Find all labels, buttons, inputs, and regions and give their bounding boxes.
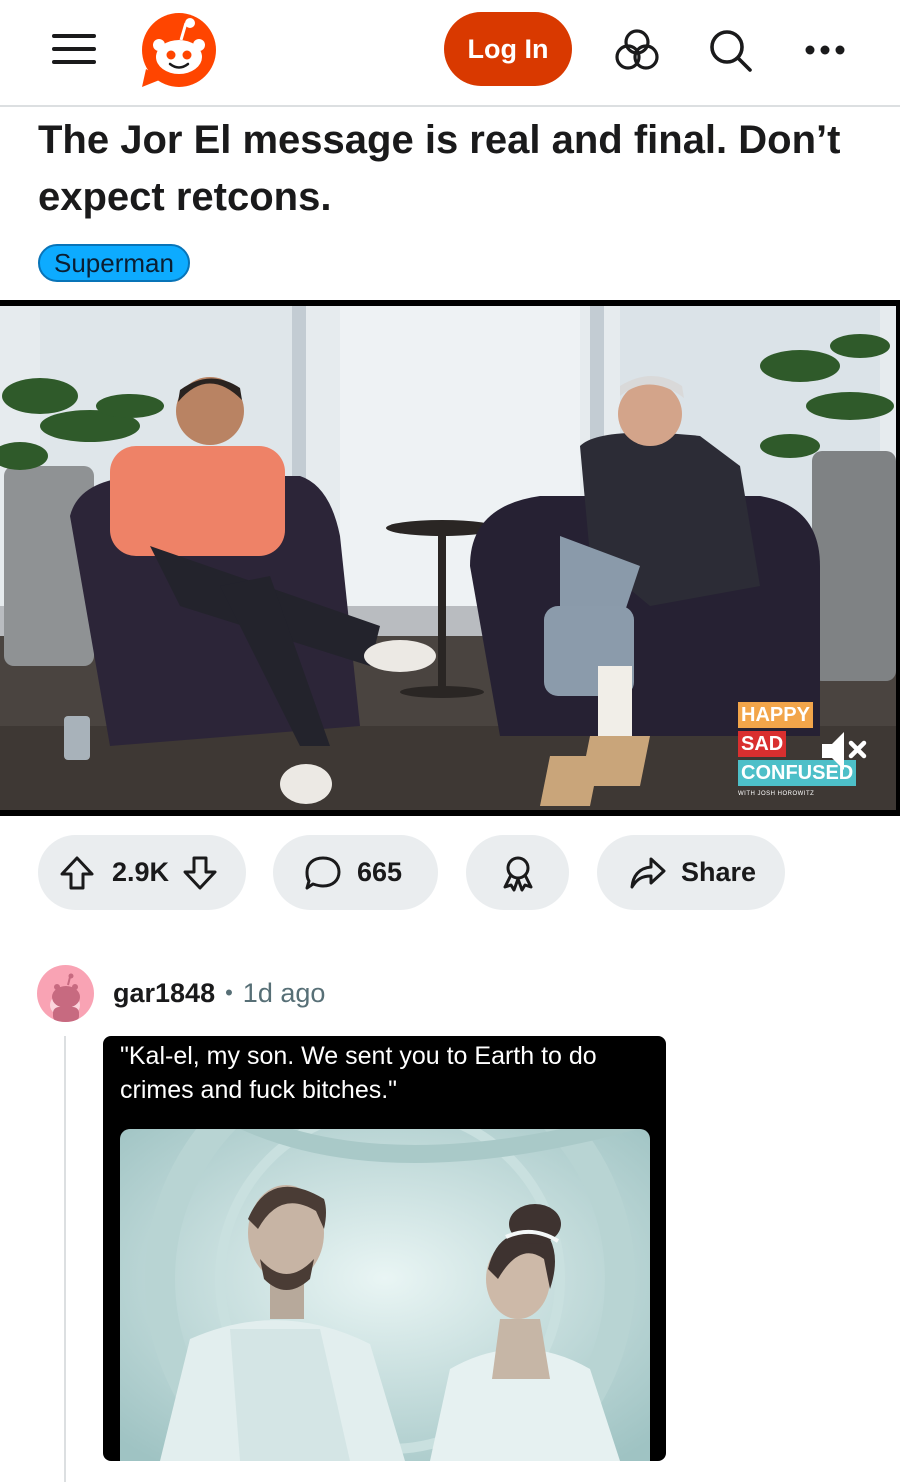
more-options-icon[interactable] [797, 22, 853, 78]
show-logo-subtitle: WITH JOSH HOROWITZ [738, 791, 815, 797]
post-video-player[interactable]: HAPPY SAD CONFUSED WITH JOSH HOROWITZ [0, 300, 900, 816]
share-arrow-icon [629, 855, 667, 891]
hamburger-menu-icon[interactable] [52, 30, 98, 66]
comment-count: 665 [357, 857, 403, 887]
meme-photo [120, 1129, 650, 1461]
comment-timestamp: 1d ago [242, 978, 326, 1008]
reddit-logo[interactable] [140, 11, 218, 89]
post-flair[interactable]: Superman [38, 244, 190, 282]
upvote-arrow-icon[interactable] [58, 854, 96, 892]
share-button[interactable]: Share [597, 835, 785, 910]
games-icon[interactable] [609, 22, 665, 78]
vote-bar: 2.9K [38, 835, 246, 910]
comment-image[interactable]: "Kal-el, my son. We sent you to Earth to… [103, 1036, 666, 1461]
meme-caption: "Kal-el, my son. We sent you to Earth to… [120, 1042, 597, 1104]
comment-meta: gar1848 • 1d ago [113, 974, 325, 1012]
login-button[interactable]: Log In [444, 12, 572, 86]
show-logo-sad: SAD [738, 731, 787, 757]
video-frame: HAPPY SAD CONFUSED WITH JOSH HOROWITZ [0, 306, 896, 810]
speech-bubble-icon [303, 854, 343, 892]
avatar[interactable] [37, 965, 94, 1022]
vote-score: 2.9K [112, 857, 170, 887]
share-label: Share [681, 857, 757, 887]
show-logo-happy: HAPPY [738, 702, 813, 728]
downvote-arrow-icon[interactable] [181, 854, 219, 892]
comment-author[interactable]: gar1848 [113, 974, 215, 1012]
thread-line[interactable] [64, 1036, 66, 1482]
speaker-muted-icon[interactable] [814, 724, 868, 778]
search-icon[interactable] [702, 22, 758, 78]
post-title: The Jor El message is real and final. Do… [38, 118, 841, 219]
meta-separator: • [225, 980, 233, 1005]
award-button[interactable] [466, 835, 569, 910]
top-navigation-bar: Log In [0, 0, 900, 107]
comments-button[interactable]: 665 [273, 835, 438, 910]
award-ribbon-icon [499, 854, 537, 892]
